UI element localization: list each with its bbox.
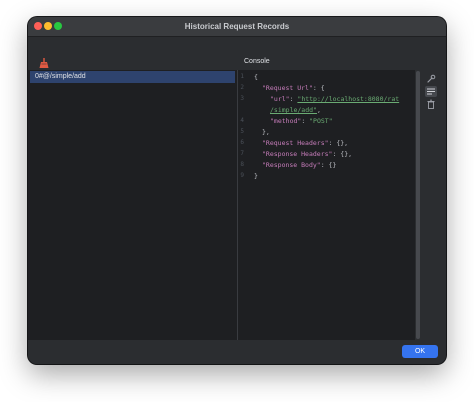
code-line: "Request Url": {	[262, 84, 325, 92]
code-text: }	[254, 172, 258, 180]
json-key: "Response Headers"	[262, 150, 333, 158]
code-line: /simple/add",	[270, 106, 321, 114]
broom-icon[interactable]	[39, 58, 49, 68]
code-line: "Request Headers": {},	[262, 139, 348, 147]
tab-console[interactable]: Console	[244, 58, 270, 65]
scrollbar-thumb[interactable]	[416, 71, 420, 339]
code-text: : {	[312, 84, 325, 92]
line-number: 6	[240, 139, 244, 146]
code-text: : {}	[320, 161, 337, 169]
json-key: "Request Url"	[262, 84, 313, 92]
records-list: 0#@/simple/add	[28, 70, 238, 340]
code-text: },	[262, 128, 270, 136]
historical-request-records-dialog: Historical Request Records 0#@/simple/ad…	[28, 17, 446, 364]
line-number-gutter: 1 2 3 4 5 6 7 8 9	[238, 70, 252, 340]
url-link[interactable]: /simple/add"	[270, 106, 317, 114]
code-line: "method": "POST"	[270, 117, 333, 125]
line-number: 7	[240, 150, 244, 157]
code-text: : {},	[332, 150, 353, 158]
line-number: 9	[240, 172, 244, 179]
code-text: : {},	[328, 139, 349, 147]
window-title: Historical Request Records	[184, 22, 290, 31]
line-number: 4	[240, 117, 244, 124]
line-number: 3	[240, 95, 244, 102]
line-number: 8	[240, 161, 244, 168]
code-text: {	[254, 73, 258, 81]
records-toolbar	[28, 37, 237, 70]
code-text: :	[301, 117, 310, 125]
code-line: "Response Body": {}	[262, 161, 336, 169]
list-item[interactable]: 0#@/simple/add	[30, 71, 235, 83]
json-key: "Response Body"	[262, 161, 321, 169]
code-line: "url": "http://localhost:8080/rat	[270, 95, 399, 103]
wrench-icon[interactable]	[425, 73, 437, 84]
code-text: ,	[316, 106, 321, 114]
json-key: "url"	[270, 95, 290, 103]
json-key: "Request Headers"	[262, 139, 329, 147]
title-bar: Historical Request Records	[28, 17, 446, 37]
line-number: 2	[240, 84, 244, 91]
code-line: {	[254, 73, 258, 81]
trash-icon[interactable]	[425, 99, 437, 110]
line-number: 1	[240, 73, 244, 80]
code-line: "Response Headers": {},	[262, 150, 352, 158]
console-header: Console	[238, 37, 446, 70]
console-output[interactable]: 1 2 3 4 5 6 7 8 9 { "Request Url": { "ur…	[238, 70, 421, 340]
json-string: "POST"	[309, 117, 333, 125]
code-line: },	[262, 128, 270, 136]
ok-button[interactable]: OK	[402, 345, 438, 358]
url-link[interactable]: "http://localhost:8080/rat	[297, 95, 399, 103]
soft-wrap-icon[interactable]	[425, 86, 437, 97]
json-key: "method"	[270, 117, 302, 125]
code-line: }	[254, 172, 258, 180]
dialog-footer: OK	[28, 340, 446, 364]
console-side-toolbar	[421, 70, 446, 340]
line-number: 5	[240, 128, 244, 135]
